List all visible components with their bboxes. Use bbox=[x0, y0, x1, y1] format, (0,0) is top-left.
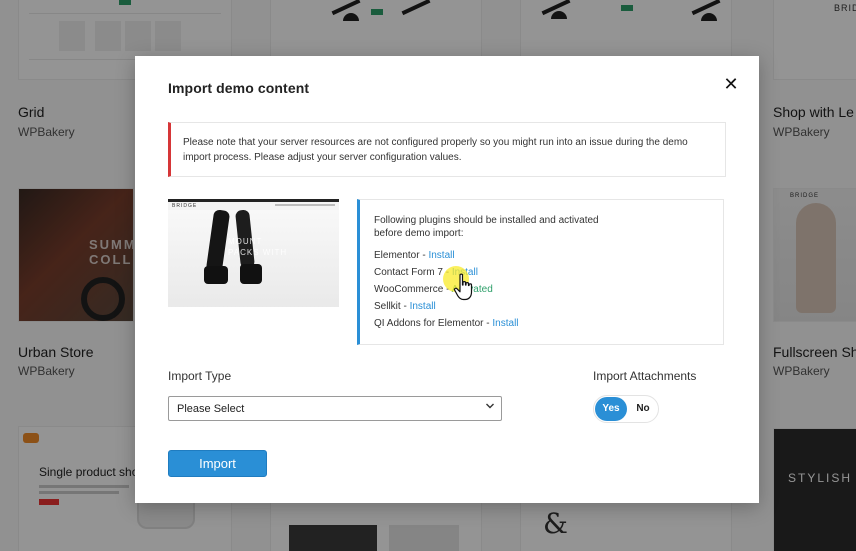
import-demo-modal: Import demo content ✕ Please note that y… bbox=[135, 56, 759, 503]
plugin-name: QI Addons for Elementor bbox=[374, 318, 484, 329]
plugin-item-contact-form-7: Contact Form 7 - Install bbox=[374, 264, 723, 281]
plugin-item-qi-addons: QI Addons for Elementor - Install bbox=[374, 318, 519, 329]
import-type-value: Please Select bbox=[177, 403, 245, 415]
import-type-select[interactable]: Please Select bbox=[168, 396, 502, 421]
plugins-intro: Following plugins should be installed an… bbox=[374, 214, 723, 240]
server-warning-notice: Please note that your server resources a… bbox=[168, 122, 726, 177]
preview-brand: BRIDGE bbox=[172, 203, 198, 209]
import-type-label: Import Type bbox=[168, 369, 232, 383]
plugin-item-sellkit: Sellkit - Install bbox=[374, 301, 436, 312]
demo-preview-image: MOUNT PACKS WITH BRIDGE bbox=[168, 199, 339, 307]
notice-text: Please note that your server resources a… bbox=[183, 137, 688, 163]
hand-pointer-icon bbox=[453, 273, 473, 301]
plugin-item-woocommerce: WooCommerce - Activated bbox=[374, 281, 723, 298]
preview-overlay-text: MOUNT PACKS WITH bbox=[228, 237, 288, 257]
plugin-name: Sellkit bbox=[374, 301, 401, 312]
modal-title: Import demo content bbox=[168, 80, 310, 96]
plugins-intro-line2: before demo import: bbox=[374, 228, 464, 239]
plugin-name: Elementor bbox=[374, 250, 420, 261]
attachments-yes-option[interactable]: Yes bbox=[595, 397, 627, 421]
plugin-item-elementor: Elementor - Install bbox=[374, 250, 455, 261]
plugin-name: WooCommerce bbox=[374, 284, 444, 295]
close-icon[interactable]: ✕ bbox=[723, 75, 739, 93]
required-plugins-box: Following plugins should be installed an… bbox=[357, 199, 724, 345]
plugin-install-link[interactable]: Install bbox=[428, 250, 454, 261]
plugin-install-link[interactable]: Install bbox=[410, 301, 436, 312]
attachments-no-option[interactable]: No bbox=[628, 397, 658, 421]
plugins-intro-line1: Following plugins should be installed an… bbox=[374, 215, 599, 226]
plugin-name: Contact Form 7 bbox=[374, 267, 443, 278]
import-button[interactable]: Import bbox=[168, 450, 267, 477]
plugin-install-link[interactable]: Install bbox=[492, 318, 518, 329]
import-attachments-label: Import Attachments bbox=[593, 369, 697, 383]
import-attachments-toggle[interactable]: Yes No bbox=[593, 395, 659, 423]
chevron-down-icon bbox=[486, 403, 494, 409]
